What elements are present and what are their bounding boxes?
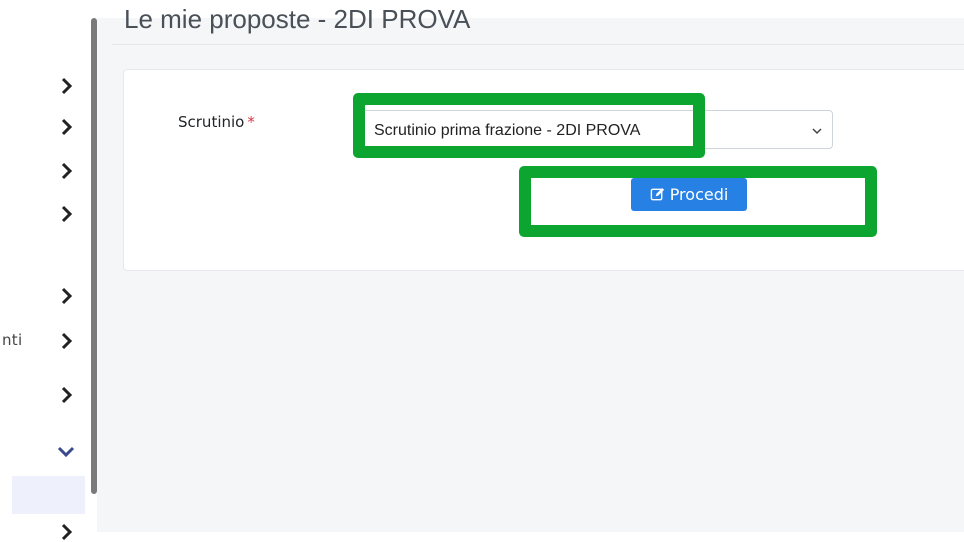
- chevron-right-icon: [61, 162, 73, 180]
- scrutinio-label-text: Scrutinio: [178, 113, 245, 131]
- sidebar-item-label[interactable]: nti: [2, 331, 22, 349]
- chevron-right-icon: [61, 118, 73, 136]
- required-mark: *: [247, 113, 255, 131]
- sidebar-item-4[interactable]: [56, 204, 76, 224]
- chevron-right-icon: [61, 332, 73, 350]
- chevron-down-icon: [810, 124, 824, 138]
- sidebar: nti: [0, 0, 97, 541]
- sidebar-item-1[interactable]: [56, 76, 76, 96]
- chevron-right-icon: [61, 523, 73, 541]
- chevron-right-icon: [61, 287, 73, 305]
- chevron-down-icon: [57, 446, 75, 458]
- highlight-button-annotation: [519, 166, 877, 237]
- chevron-right-icon: [61, 386, 73, 404]
- sidebar-item-7[interactable]: [56, 385, 76, 405]
- chevron-right-icon: [61, 77, 73, 95]
- sidebar-item-6[interactable]: [56, 331, 76, 351]
- sidebar-active-subitem[interactable]: [12, 476, 85, 514]
- page-title: Le mie proposte - 2DI PROVA: [124, 4, 471, 34]
- sidebar-item-3[interactable]: [56, 161, 76, 181]
- sidebar-item-5[interactable]: [56, 286, 76, 306]
- sidebar-item-8-expanded[interactable]: [56, 442, 76, 462]
- sidebar-item-2[interactable]: [56, 117, 76, 137]
- highlight-select-annotation: [353, 93, 705, 158]
- chevron-right-icon: [61, 205, 73, 223]
- title-divider: [112, 44, 964, 45]
- sidebar-item-9[interactable]: [56, 522, 76, 542]
- scrutinio-label: Scrutinio *: [178, 113, 255, 131]
